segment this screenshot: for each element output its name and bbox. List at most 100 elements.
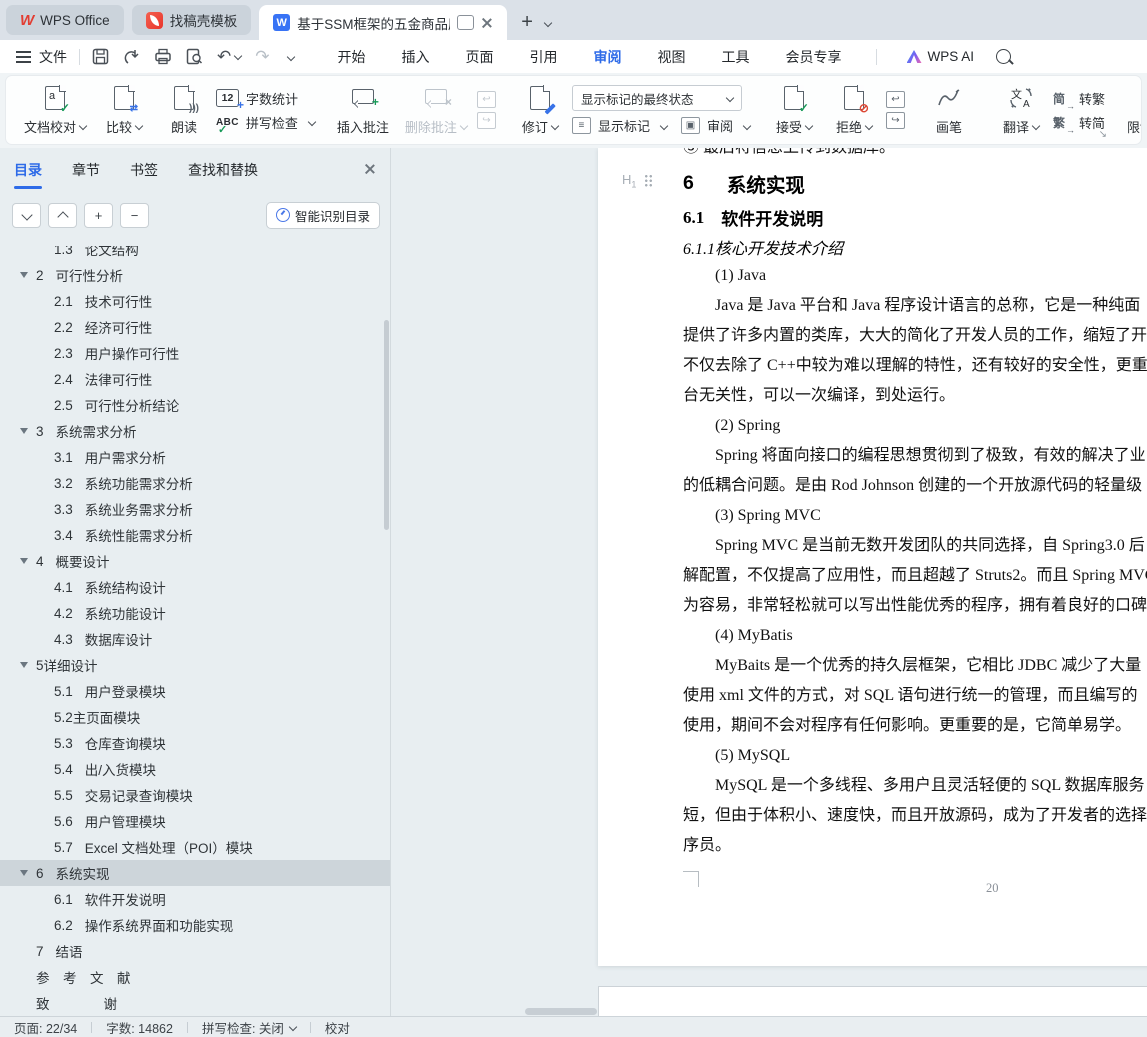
collapse-triangle-icon[interactable] bbox=[20, 870, 36, 876]
toc-item-3.2[interactable]: 3.2 系统功能需求分析 bbox=[0, 470, 390, 496]
track-changes-button[interactable]: 修订 bbox=[512, 81, 568, 140]
doc-proof-button[interactable]: a ✓ 文档校对 bbox=[18, 81, 92, 140]
spell-check-indicator[interactable]: 拼写检查: 关闭 bbox=[202, 1018, 298, 1037]
toc-item-2.1[interactable]: 2.1 技术可行性 bbox=[0, 288, 390, 314]
toc-item-7[interactable]: 7 结语 bbox=[0, 938, 390, 964]
close-pane-icon[interactable] bbox=[364, 163, 376, 175]
toc-item-3[interactable]: 3 系统需求分析 bbox=[0, 418, 390, 444]
smart-toc-button[interactable]: 智能识别目录 bbox=[265, 201, 380, 229]
toc-item-2[interactable]: 2 可行性分析 bbox=[0, 262, 390, 288]
read-aloud-button[interactable]: ))) 朗读 bbox=[156, 81, 212, 140]
to-simplified-button[interactable]: 繁 转简 bbox=[1053, 113, 1105, 135]
delete-comment-button[interactable]: × 删除批注 bbox=[399, 81, 473, 140]
word-count-indicator[interactable]: 字数: 14862 bbox=[106, 1018, 173, 1037]
export-pdf-icon[interactable] bbox=[123, 48, 140, 65]
review-pane-button[interactable]: ▣ 审阅 bbox=[680, 116, 752, 135]
collapse-triangle-icon[interactable] bbox=[20, 272, 36, 278]
show-markup-button[interactable]: ≡ 显示标记 bbox=[571, 116, 669, 135]
wps-ai-button[interactable]: WPS AI bbox=[906, 49, 974, 64]
document-page-23-top[interactable] bbox=[598, 986, 1147, 1016]
tab-template[interactable]: 找稿壳模板 bbox=[131, 5, 252, 35]
file-menu[interactable]: 文件 bbox=[39, 47, 67, 67]
menu-item-审阅[interactable]: 审阅 bbox=[576, 42, 640, 72]
toc-item-4.2[interactable]: 4.2 系统功能设计 bbox=[0, 600, 390, 626]
previous-comment-icon[interactable]: ↩ bbox=[476, 91, 496, 108]
menu-item-页面[interactable]: 页面 bbox=[448, 42, 512, 72]
toc-item-5.6[interactable]: 5.6 用户管理模块 bbox=[0, 808, 390, 834]
tab-find-replace[interactable]: 查找和替换 bbox=[188, 160, 258, 180]
toc-item-5.4[interactable]: 5.4 出/入货模块 bbox=[0, 756, 390, 782]
reject-button[interactable]: ⊘ 拒绝 bbox=[826, 81, 882, 140]
redo-icon[interactable]: ↷ bbox=[255, 48, 269, 65]
menu-item-引用[interactable]: 引用 bbox=[512, 42, 576, 72]
toc-item-5.2[interactable]: 5.2 主页面模块 bbox=[0, 704, 390, 730]
toc-item-4[interactable]: 4 概要设计 bbox=[0, 548, 390, 574]
toc-item-6[interactable]: 6 系统实现 bbox=[0, 860, 390, 886]
collapse-triangle-icon[interactable] bbox=[20, 558, 36, 564]
next-change-icon[interactable]: ↪ bbox=[885, 112, 905, 129]
save-icon[interactable] bbox=[92, 48, 109, 65]
to-traditional-button[interactable]: 简 转繁 bbox=[1053, 89, 1105, 111]
document-page-22[interactable]: H1 ③ 最后将信息上传到数据库。 6系统实现 6.1软件开发说明 6.1.1核… bbox=[598, 148, 1147, 966]
print-icon[interactable] bbox=[154, 48, 172, 65]
markup-state-select[interactable]: 显示标记的最终状态 bbox=[571, 85, 742, 111]
word-count-button[interactable]: 12 字数统计 bbox=[216, 89, 315, 112]
accept-button[interactable]: ✓ 接受 bbox=[766, 81, 822, 140]
toc-item-2.4[interactable]: 2.4 法律可行性 bbox=[0, 366, 390, 392]
tab-wps-office[interactable]: W WPS Office bbox=[6, 5, 124, 35]
tab-document-active[interactable]: W 基于SSM框架的五金商品库存 bbox=[259, 5, 508, 40]
previous-change-icon[interactable]: ↩ bbox=[885, 91, 905, 108]
page-indicator[interactable]: 页面: 22/34 bbox=[14, 1018, 77, 1037]
proofread-button[interactable]: 校对 bbox=[325, 1018, 350, 1037]
close-tab-icon[interactable] bbox=[481, 17, 493, 29]
menu-item-插入[interactable]: 插入 bbox=[384, 42, 448, 72]
menu-item-视图[interactable]: 视图 bbox=[640, 42, 704, 72]
toc-item-2.3[interactable]: 2.3 用户操作可行性 bbox=[0, 340, 390, 366]
toc-item-参 考 文 献[interactable]: 参 考 文 献 bbox=[0, 964, 390, 990]
compare-button[interactable]: ⇄ 比较 bbox=[96, 81, 152, 140]
next-comment-icon[interactable]: ↪ bbox=[476, 112, 496, 129]
toc-item-2.5[interactable]: 2.5 可行性分析结论 bbox=[0, 392, 390, 418]
toolbar-more-chevron-icon[interactable] bbox=[286, 52, 295, 61]
menu-item-工具[interactable]: 工具 bbox=[704, 42, 768, 72]
horizontal-scrollbar-thumb[interactable] bbox=[525, 1008, 597, 1015]
collapse-triangle-icon[interactable] bbox=[20, 428, 36, 434]
toc-item-致 谢[interactable]: 致 谢 bbox=[0, 990, 390, 1016]
tab-list-chevron-icon[interactable] bbox=[543, 18, 553, 28]
expand-button[interactable] bbox=[12, 202, 41, 228]
tab-chapters[interactable]: 章节 bbox=[72, 160, 100, 180]
toc-item-5.5[interactable]: 5.5 交易记录查询模块 bbox=[0, 782, 390, 808]
menu-item-会员专享[interactable]: 会员专享 bbox=[768, 42, 860, 72]
toc-item-3.1[interactable]: 3.1 用户需求分析 bbox=[0, 444, 390, 470]
tab-bookmarks[interactable]: 书签 bbox=[130, 160, 158, 180]
zoom-in-button[interactable]: + bbox=[84, 202, 113, 228]
toc-item-6.2[interactable]: 6.2 操作系统界面和功能实现 bbox=[0, 912, 390, 938]
insert-comment-button[interactable]: + 插入批注 bbox=[331, 81, 395, 140]
toc-item-5.7[interactable]: 5.7 Excel 文档处理（POI）模块 bbox=[0, 834, 390, 860]
toc-item-5.1[interactable]: 5.1 用户登录模块 bbox=[0, 678, 390, 704]
toc-item-2.2[interactable]: 2.2 经济可行性 bbox=[0, 314, 390, 340]
spell-check-button[interactable]: ABC 拼写检查 bbox=[216, 113, 317, 136]
sidebar-scrollbar-thumb[interactable] bbox=[384, 320, 389, 530]
toc-item-3.4[interactable]: 3.4 系统性能需求分析 bbox=[0, 522, 390, 548]
toc-item-5.3[interactable]: 5.3 仓库查询模块 bbox=[0, 730, 390, 756]
toc-item-3.3[interactable]: 3.3 系统业务需求分析 bbox=[0, 496, 390, 522]
hamburger-icon[interactable] bbox=[16, 50, 31, 63]
restrict-edit-button[interactable]: 限制编辑 bbox=[1121, 81, 1141, 140]
toc-item-5[interactable]: 5 详细设计 bbox=[0, 652, 390, 678]
toc-item-1.3[interactable]: 1.3 论文结构 bbox=[0, 246, 390, 262]
collapse-triangle-icon[interactable] bbox=[20, 662, 36, 668]
brush-button[interactable]: 画笔 bbox=[921, 81, 977, 140]
toc-item-4.1[interactable]: 4.1 系统结构设计 bbox=[0, 574, 390, 600]
new-tab-button[interactable]: + bbox=[521, 12, 533, 32]
print-preview-icon[interactable] bbox=[186, 48, 203, 65]
menu-item-开始[interactable]: 开始 bbox=[320, 42, 384, 72]
tab-contents[interactable]: 目录 bbox=[14, 160, 42, 189]
zoom-out-button[interactable]: − bbox=[120, 202, 149, 228]
undo-group[interactable]: ↶ bbox=[217, 48, 243, 65]
toc-item-4.3[interactable]: 4.3 数据库设计 bbox=[0, 626, 390, 652]
dialog-launcher-icon[interactable]: ↘ bbox=[1099, 129, 1107, 140]
toc-item-6.1[interactable]: 6.1 软件开发说明 bbox=[0, 886, 390, 912]
translate-button[interactable]: 文 A 翻译 bbox=[993, 81, 1049, 140]
heading-level-badge[interactable]: H1 bbox=[622, 172, 654, 190]
